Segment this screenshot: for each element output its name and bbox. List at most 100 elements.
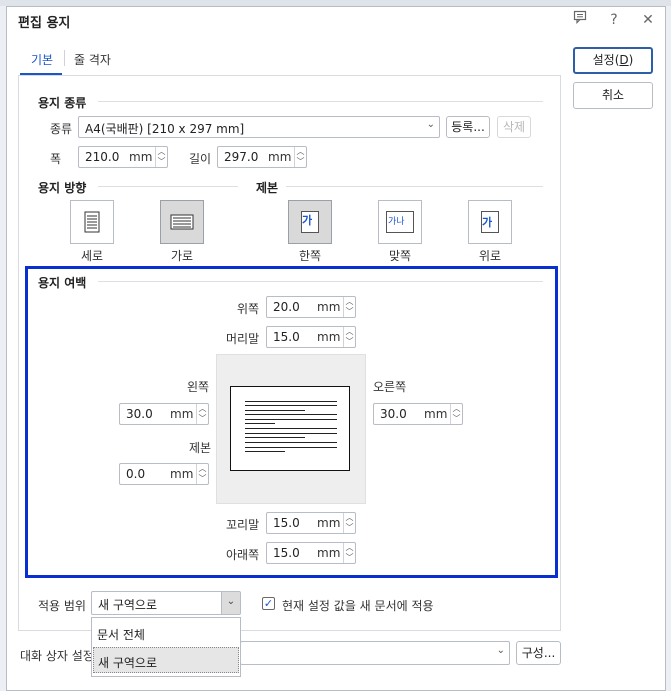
paper-type-select[interactable]: A4(국배판) [210 x 297 mm] ⌄ <box>78 116 440 138</box>
apply-scope-dropdown-list: 문서 전체 새 구역으로 <box>91 617 241 677</box>
footer-margin-value: 15.0 <box>273 516 300 530</box>
right-margin-value: 30.0 <box>380 407 407 421</box>
paper-type-value: A4(국배판) [210 x 297 mm] <box>85 122 245 136</box>
header-margin-spinner[interactable]: ︿ ﹀ <box>343 327 355 347</box>
right-margin-unit: mm <box>424 407 448 421</box>
apply-new-doc-checkbox[interactable]: ✓ <box>262 597 275 610</box>
tab-basic[interactable]: 기본 <box>31 51 53 68</box>
cancel-button[interactable]: 취소 <box>573 82 653 109</box>
footer-margin-label: 꼬리말 <box>226 518 260 532</box>
tab-line-grid[interactable]: 줄 격자 <box>74 51 111 68</box>
spin-up-icon[interactable]: ︿ <box>344 297 355 307</box>
spin-down-icon[interactable]: ﹀ <box>344 553 355 563</box>
dropdown-option-new-section[interactable]: 새 구역으로 <box>93 647 239 673</box>
width-value: 210.0 <box>85 150 120 164</box>
spin-down-icon[interactable]: ﹀ <box>197 414 208 424</box>
spin-up-icon[interactable]: ︿ <box>344 543 355 553</box>
orientation-landscape-option[interactable] <box>160 200 204 244</box>
comment-icon[interactable] <box>570 10 590 30</box>
left-margin-spinner[interactable]: ︿ ﹀ <box>196 404 208 424</box>
width-spinner[interactable]: ︿ ﹀ <box>155 147 167 167</box>
apply-new-doc-label: 현재 설정 값을 새 문서에 적용 <box>282 599 434 613</box>
background-right <box>666 6 671 691</box>
dialog-settings-select[interactable]: ⌄ <box>240 641 510 665</box>
bottom-margin-spinner[interactable]: ︿ ﹀ <box>343 543 355 563</box>
orientation-section-line <box>98 186 238 187</box>
delete-button[interactable]: 삭제 <box>497 116 531 138</box>
left-margin-input[interactable]: 30.0 mm ︿ ﹀ <box>119 403 209 425</box>
length-spinner[interactable]: ︿ ﹀ <box>294 147 306 167</box>
binding-top-glyph: 가 <box>482 216 493 229</box>
binding-top-option[interactable]: 가 <box>468 200 512 244</box>
help-icon[interactable]: ? <box>604 10 624 30</box>
register-button[interactable]: 등록... <box>446 116 490 138</box>
binding-facing-label: 맞쪽 <box>388 249 412 263</box>
header-margin-input[interactable]: 15.0 mm ︿ ﹀ <box>266 326 356 348</box>
bottom-margin-unit: mm <box>317 546 341 560</box>
orientation-portrait-label: 세로 <box>80 249 104 263</box>
spin-up-icon[interactable]: ︿ <box>156 147 167 157</box>
spin-up-icon[interactable]: ︿ <box>344 327 355 337</box>
binding-margin-spinner[interactable]: ︿ ﹀ <box>196 464 208 484</box>
binding-single-option[interactable]: 가 <box>288 200 332 244</box>
spin-down-icon[interactable]: ﹀ <box>344 337 355 347</box>
header-margin-label: 머리말 <box>226 332 260 346</box>
paper-type-section-line <box>98 101 543 102</box>
binding-section-line <box>286 186 543 187</box>
spin-down-icon[interactable]: ﹀ <box>344 523 355 533</box>
footer-margin-input[interactable]: 15.0 mm ︿ ﹀ <box>266 512 356 534</box>
length-input[interactable]: 297.0 mm ︿ ﹀ <box>217 146 307 168</box>
landscape-page-icon <box>170 214 194 230</box>
dropdown-option-whole-document[interactable]: 문서 전체 <box>93 620 239 646</box>
header-margin-value: 15.0 <box>273 330 300 344</box>
right-margin-label: 오른쪽 <box>373 380 407 394</box>
spin-up-icon[interactable]: ︿ <box>197 404 208 414</box>
binding-single-glyph: 가 <box>302 214 313 227</box>
spin-up-icon[interactable]: ︿ <box>344 513 355 523</box>
close-icon[interactable]: ✕ <box>638 10 658 30</box>
configure-button[interactable]: 구성... <box>516 641 561 665</box>
dialog-settings-label: 대화 상자 설정 <box>20 649 94 663</box>
tab-separator <box>64 50 65 66</box>
bottom-margin-value: 15.0 <box>273 546 300 560</box>
top-margin-unit: mm <box>317 300 341 314</box>
spin-down-icon[interactable]: ﹀ <box>344 307 355 317</box>
binding-margin-label: 제본 <box>189 441 212 455</box>
binding-margin-value: 0.0 <box>126 467 146 481</box>
ok-button[interactable]: 설정(D) <box>573 47 653 74</box>
length-label: 길이 <box>189 152 212 166</box>
apply-scope-select[interactable]: 새 구역으로 ⌄ <box>91 591 241 615</box>
width-label: 폭 <box>50 152 62 166</box>
right-margin-input[interactable]: 30.0 mm ︿ ﹀ <box>373 403 463 425</box>
orientation-landscape-label: 가로 <box>170 249 194 263</box>
bottom-margin-input[interactable]: 15.0 mm ︿ ﹀ <box>266 542 356 564</box>
spin-up-icon[interactable]: ︿ <box>451 404 462 414</box>
binding-facing-glyph: 가나 <box>388 217 405 227</box>
header-margin-unit: mm <box>317 330 341 344</box>
orientation-portrait-option[interactable] <box>70 200 114 244</box>
spin-down-icon[interactable]: ﹀ <box>295 157 306 167</box>
ok-label-suffix: ) <box>628 53 634 67</box>
top-margin-input[interactable]: 20.0 mm ︿ ﹀ <box>266 296 356 318</box>
footer-margin-spinner[interactable]: ︿ ﹀ <box>343 513 355 533</box>
spin-down-icon[interactable]: ﹀ <box>156 157 167 167</box>
length-unit: mm <box>268 150 292 164</box>
top-margin-spinner[interactable]: ︿ ﹀ <box>343 297 355 317</box>
left-margin-unit: mm <box>170 407 194 421</box>
right-margin-spinner[interactable]: ︿ ﹀ <box>450 404 462 424</box>
spin-down-icon[interactable]: ﹀ <box>451 414 462 424</box>
chevron-down-icon: ⌄ <box>496 645 505 656</box>
binding-margin-input[interactable]: 0.0 mm ︿ ﹀ <box>119 463 209 485</box>
top-margin-label: 위쪽 <box>237 302 260 316</box>
spin-down-icon[interactable]: ﹀ <box>197 474 208 484</box>
binding-facing-option[interactable]: 가나 <box>378 200 422 244</box>
width-input[interactable]: 210.0 mm ︿ ﹀ <box>78 146 168 168</box>
spin-up-icon[interactable]: ︿ <box>197 464 208 474</box>
binding-section-title: 제본 <box>256 181 279 195</box>
left-margin-value: 30.0 <box>126 407 153 421</box>
spin-up-icon[interactable]: ︿ <box>295 147 306 157</box>
portrait-page-icon <box>84 211 100 233</box>
binding-top-label: 위로 <box>478 249 502 263</box>
apply-scope-value: 새 구역으로 <box>98 598 158 612</box>
chevron-down-icon[interactable]: ⌄ <box>221 592 240 614</box>
